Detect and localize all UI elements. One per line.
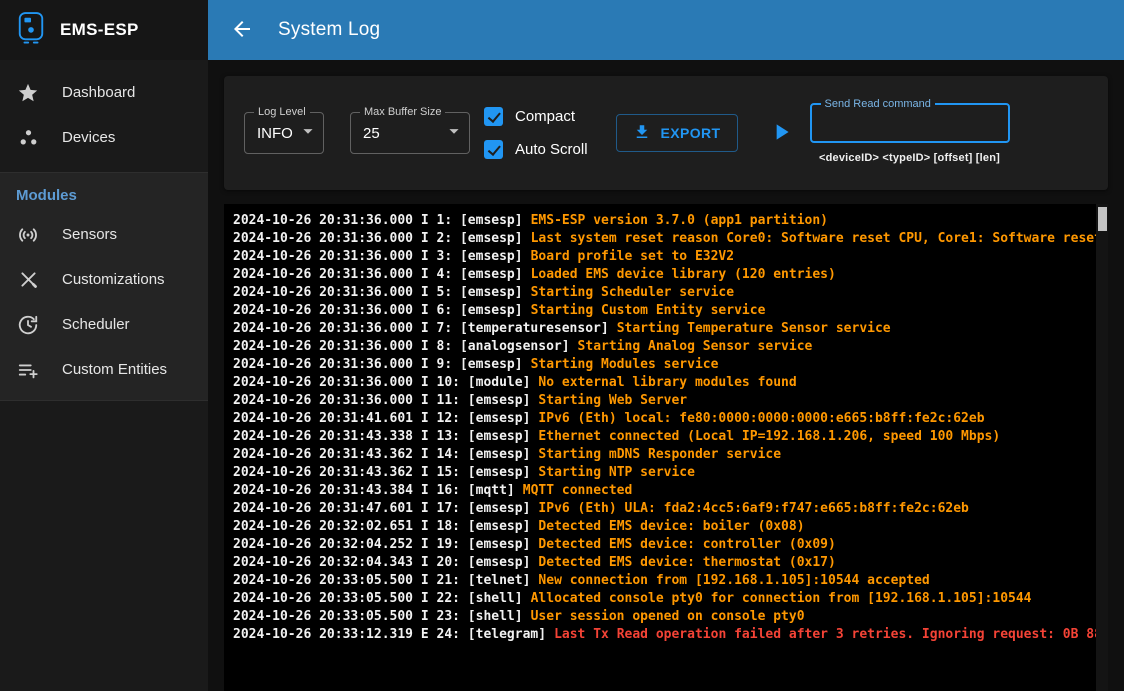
log-line: 2024-10-26 20:33:05.500 I 21: [telnet]Ne… <box>233 572 1092 590</box>
log-line: 2024-10-26 20:31:36.000 I 3: [emsesp]Boa… <box>233 248 1092 266</box>
modules-section: Modules Sensors Customization <box>0 172 208 401</box>
log-level-select[interactable]: Log Level INFO <box>244 112 324 154</box>
checkbox-checked-icon <box>484 107 503 126</box>
send-read-input[interactable]: Send Read command <box>810 103 1010 143</box>
modules-header: Modules <box>0 175 208 212</box>
back-button[interactable] <box>226 13 258 48</box>
sidebar: EMS-ESP Dashboard Devices Modules <box>0 0 208 691</box>
log-line: 2024-10-26 20:33:05.500 I 22: [shell]All… <box>233 590 1092 608</box>
sidebar-item-label: Customizations <box>62 271 165 288</box>
log-line: 2024-10-26 20:32:02.651 I 18: [emsesp]De… <box>233 518 1092 536</box>
log-line: 2024-10-26 20:31:36.000 I 6: [emsesp]Sta… <box>233 302 1092 320</box>
send-read-label: Send Read command <box>821 97 935 111</box>
log-line: 2024-10-26 20:31:47.601 I 17: [emsesp]IP… <box>233 500 1092 518</box>
log-line: 2024-10-26 20:31:36.000 I 1: [emsesp]EMS… <box>233 212 1092 230</box>
log-line: 2024-10-26 20:31:43.362 I 14: [emsesp]St… <box>233 446 1092 464</box>
sidebar-item-label: Custom Entities <box>62 361 167 378</box>
log-output[interactable]: 2024-10-26 20:31:36.000 I 1: [emsesp]EMS… <box>224 204 1108 691</box>
devices-icon <box>16 127 40 148</box>
arrow-left-icon <box>230 17 254 44</box>
ems-esp-app: EMS-ESP Dashboard Devices Modules <box>0 0 1124 691</box>
log-line: 2024-10-26 20:31:36.000 I 2: [emsesp]Las… <box>233 230 1092 248</box>
log-line: 2024-10-26 20:31:36.000 I 10: [module]No… <box>233 374 1092 392</box>
log-level-value: INFO <box>257 125 297 142</box>
app-logo-icon <box>16 11 46 50</box>
auto-scroll-checkbox[interactable]: Auto Scroll <box>484 140 588 159</box>
log-line: 2024-10-26 20:32:04.343 I 20: [emsesp]De… <box>233 554 1092 572</box>
log-line: 2024-10-26 20:32:04.252 I 19: [emsesp]De… <box>233 536 1092 554</box>
checkbox-group: Compact Auto Scroll <box>484 107 588 159</box>
sidebar-item-label: Dashboard <box>62 84 135 101</box>
log-line: 2024-10-26 20:31:43.384 I 16: [mqtt]MQTT… <box>233 482 1092 500</box>
max-buffer-size-value: 25 <box>363 125 443 142</box>
log-line: 2024-10-26 20:31:43.362 I 15: [emsesp]St… <box>233 464 1092 482</box>
sidebar-item-sensors[interactable]: Sensors <box>0 212 208 257</box>
play-icon <box>768 119 794 148</box>
sidebar-item-label: Devices <box>62 129 115 146</box>
content: Log Level INFO Max Buffer Size 25 <box>208 60 1124 691</box>
tools-icon <box>16 269 40 290</box>
sidebar-item-dashboard[interactable]: Dashboard <box>0 70 208 115</box>
sidebar-item-label: Sensors <box>62 226 117 243</box>
chevron-down-icon <box>443 120 465 147</box>
log-controls-card: Log Level INFO Max Buffer Size 25 <box>224 76 1108 190</box>
log-level-label: Log Level <box>254 105 310 119</box>
sensors-icon <box>16 224 40 246</box>
log-line: 2024-10-26 20:33:12.319 E 24: [telegram]… <box>233 626 1092 644</box>
log-line: 2024-10-26 20:31:43.338 I 13: [emsesp]Et… <box>233 428 1092 446</box>
scrollbar-thumb[interactable] <box>1098 207 1107 231</box>
appbar: System Log <box>208 0 1124 60</box>
log-line: 2024-10-26 20:33:05.500 I 23: [shell]Use… <box>233 608 1092 626</box>
playlist-add-icon <box>16 359 40 381</box>
compact-label: Compact <box>515 108 575 125</box>
app-title: EMS-ESP <box>60 20 139 40</box>
max-buffer-size-label: Max Buffer Size <box>360 105 445 119</box>
sidebar-item-scheduler[interactable]: Scheduler <box>0 302 208 347</box>
sidebar-item-customizations[interactable]: Customizations <box>0 257 208 302</box>
sidebar-nav: Dashboard Devices <box>0 60 208 172</box>
app-logo-row: EMS-ESP <box>0 0 208 60</box>
auto-scroll-label: Auto Scroll <box>515 141 588 158</box>
chevron-down-icon <box>297 120 319 147</box>
send-read-group: Send Read command <deviceID> <typeID> [o… <box>810 103 1010 164</box>
log-line: 2024-10-26 20:31:36.000 I 4: [emsesp]Loa… <box>233 266 1092 284</box>
log-scrollbar[interactable] <box>1096 204 1108 691</box>
log-line: 2024-10-26 20:31:36.000 I 7: [temperatur… <box>233 320 1092 338</box>
main-area: System Log Log Level INFO Max Buffer Siz… <box>208 0 1124 691</box>
log-line: 2024-10-26 20:31:36.000 I 8: [analogsens… <box>233 338 1092 356</box>
export-button[interactable]: EXPORT <box>616 114 738 152</box>
compact-checkbox[interactable]: Compact <box>484 107 588 126</box>
sidebar-item-label: Scheduler <box>62 316 130 333</box>
export-button-label: EXPORT <box>661 125 721 141</box>
download-icon <box>633 123 651 144</box>
clock-update-icon <box>16 314 40 336</box>
page-title: System Log <box>278 19 380 41</box>
star-icon <box>16 82 40 104</box>
sidebar-item-devices[interactable]: Devices <box>0 115 208 160</box>
log-line: 2024-10-26 20:31:36.000 I 11: [emsesp]St… <box>233 392 1092 410</box>
log-line: 2024-10-26 20:31:36.000 I 5: [emsesp]Sta… <box>233 284 1092 302</box>
checkbox-checked-icon <box>484 140 503 159</box>
log-line: 2024-10-26 20:31:36.000 I 9: [emsesp]Sta… <box>233 356 1092 374</box>
log-line: 2024-10-26 20:31:41.601 I 12: [emsesp]IP… <box>233 410 1092 428</box>
max-buffer-size-select[interactable]: Max Buffer Size 25 <box>350 112 470 154</box>
send-read-play-button[interactable] <box>764 115 798 152</box>
sidebar-item-custom-entities[interactable]: Custom Entities <box>0 347 208 392</box>
send-read-helper: <deviceID> <typeID> [offset] [len] <box>810 152 1010 164</box>
